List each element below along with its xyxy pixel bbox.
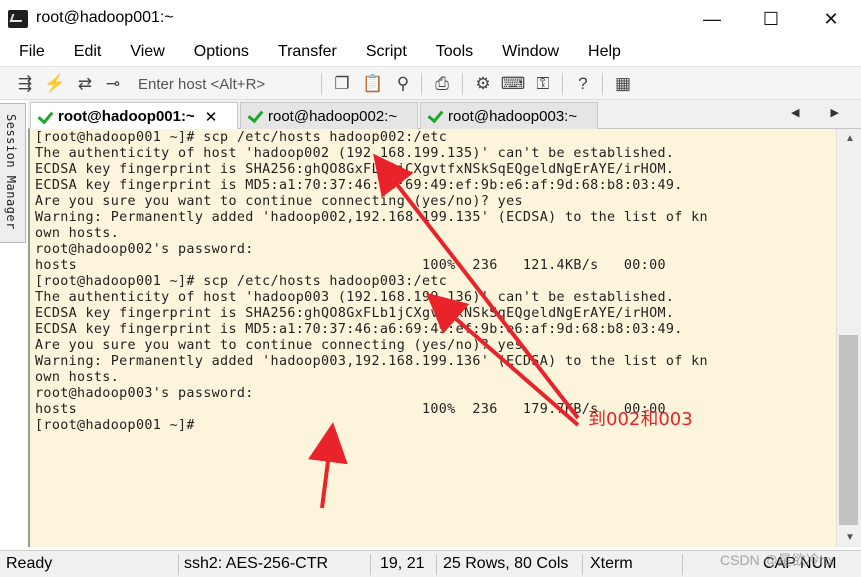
- tab-close-icon[interactable]: ✕: [205, 108, 218, 126]
- terminal-line: ECDSA key fingerprint is SHA256:ghQO8GxF…: [35, 162, 675, 177]
- map-icon[interactable]: ▦: [612, 73, 634, 95]
- status-divider: [582, 554, 583, 575]
- terminal-line: ECDSA key fingerprint is MD5:a1:70:37:46…: [35, 178, 683, 193]
- tab-hadoop001[interactable]: root@hadoop001:~ ✕: [30, 102, 238, 130]
- terminal-line: Warning: Permanently added 'hadoop002,19…: [35, 210, 708, 225]
- terminal-line: [root@hadoop001 ~]# scp /etc/hosts hadoo…: [35, 130, 448, 145]
- connected-check-icon: [427, 108, 443, 124]
- terminal-area[interactable]: [root@hadoop001 ~]# scp /etc/hosts hadoo…: [28, 129, 836, 547]
- terminal-line: The authenticity of host 'hadoop003 (192…: [35, 290, 675, 305]
- print-icon[interactable]: ⎙: [431, 73, 453, 95]
- securecrt-app-icon: [8, 10, 28, 28]
- terminal-line: Warning: Permanently added 'hadoop003,19…: [35, 354, 708, 369]
- session-manager-label: Session Manager: [4, 114, 18, 230]
- menu-edit[interactable]: Edit: [65, 43, 102, 61]
- terminal-output: [root@hadoop001 ~]# scp /etc/hosts hadoo…: [35, 130, 708, 434]
- settings-icon[interactable]: ⚙: [472, 73, 494, 95]
- copy-icon[interactable]: ❐: [331, 73, 353, 95]
- help-icon[interactable]: ?: [572, 73, 594, 95]
- toolbar-divider: [421, 73, 422, 95]
- host-input[interactable]: [132, 73, 312, 95]
- menu-options[interactable]: Options: [185, 43, 249, 61]
- menu-window[interactable]: Window: [493, 43, 559, 61]
- toolbar: ⇶ ⚡ ⇄ ⊸ ❐ 📋 ⚲ ⎙ ⚙ ⌨ ⚿ ? ▦: [0, 66, 861, 100]
- terminal-line: ECDSA key fingerprint is MD5:a1:70:37:46…: [35, 322, 683, 337]
- tab-label: root@hadoop001:~: [58, 108, 195, 125]
- status-divider: [436, 554, 437, 575]
- tab-scroll-arrows[interactable]: ◀ ▶: [791, 106, 853, 119]
- scroll-down-icon[interactable]: ▼: [845, 532, 855, 543]
- terminal-line: Are you sure you want to continue connec…: [35, 194, 523, 209]
- terminal-line: own hosts.: [35, 226, 120, 241]
- tab-hadoop002[interactable]: root@hadoop002:~: [240, 102, 418, 129]
- connect-icon[interactable]: ⇶: [14, 73, 36, 95]
- menu-transfer[interactable]: Transfer: [269, 43, 337, 61]
- close-icon: ✕: [823, 8, 839, 29]
- annotation-label: 到002和003: [588, 409, 693, 430]
- menu-view[interactable]: View: [121, 43, 164, 61]
- watermark: CSDN @星欲冷hx: [720, 552, 835, 568]
- lightning-icon[interactable]: ⚡: [44, 73, 66, 95]
- toolbar-divider: [321, 73, 322, 95]
- tab-label: root@hadoop003:~: [448, 107, 578, 125]
- minimize-icon: —: [703, 8, 721, 29]
- terminal-line: The authenticity of host 'hadoop002 (192…: [35, 146, 675, 161]
- toolbar-divider: [602, 73, 603, 95]
- status-ready: Ready: [6, 555, 53, 572]
- scroll-up-icon[interactable]: ▲: [845, 133, 855, 144]
- menu-bar: File Edit View Options Transfer Script T…: [0, 38, 861, 66]
- reconnect-icon[interactable]: ⇄: [74, 73, 96, 95]
- terminal-line: Are you sure you want to continue connec…: [35, 338, 523, 353]
- status-cursor-position: 19, 21: [380, 555, 425, 572]
- terminal-line: root@hadoop002's password:: [35, 242, 254, 257]
- status-cipher: ssh2: AES-256-CTR: [184, 555, 329, 572]
- toolbar-divider: [562, 73, 563, 95]
- connected-check-icon: [37, 109, 53, 125]
- keymap-icon[interactable]: ⌨: [501, 73, 526, 95]
- terminal-line: ECDSA key fingerprint is SHA256:ghQO8GxF…: [35, 306, 675, 321]
- status-rows-cols: 25 Rows, 80 Cols: [443, 555, 569, 572]
- terminal-line: own hosts.: [35, 370, 120, 385]
- title-bar: root@hadoop001:~ — ☐ ✕: [0, 0, 861, 38]
- menu-file[interactable]: File: [10, 43, 45, 61]
- tab-hadoop003[interactable]: root@hadoop003:~: [420, 102, 598, 129]
- maximize-button[interactable]: ☐: [748, 0, 794, 38]
- terminal-line: root@hadoop003's password:: [35, 386, 254, 401]
- toolbar-divider: [462, 73, 463, 95]
- menu-tools[interactable]: Tools: [427, 43, 473, 61]
- status-divider: [682, 554, 683, 575]
- menu-script[interactable]: Script: [357, 43, 407, 61]
- paste-icon[interactable]: 📋: [362, 73, 384, 95]
- tab-label: root@hadoop002:~: [268, 107, 398, 125]
- terminal-line: hosts 100% 236 121.4KB/s 00:00: [35, 258, 666, 273]
- terminal-scrollbar[interactable]: ▲ ▼: [836, 129, 861, 547]
- close-button[interactable]: ✕: [808, 0, 854, 38]
- scroll-thumb[interactable]: [839, 335, 858, 525]
- window-title: root@hadoop001:~: [36, 9, 174, 26]
- find-icon[interactable]: ⚲: [392, 73, 414, 95]
- sftp-icon[interactable]: ⚿: [532, 73, 554, 95]
- status-divider: [178, 554, 179, 575]
- session-manager-tab[interactable]: Session Manager: [0, 103, 26, 243]
- status-terminal-type: Xterm: [590, 555, 633, 572]
- link-icon[interactable]: ⊸: [102, 73, 124, 95]
- session-tab-strip: root@hadoop001:~ ✕ root@hadoop002:~ root…: [28, 100, 861, 130]
- maximize-icon: ☐: [762, 8, 780, 29]
- minimize-button[interactable]: —: [689, 0, 735, 38]
- menu-help[interactable]: Help: [579, 43, 621, 61]
- connected-check-icon: [247, 108, 263, 124]
- terminal-line: [root@hadoop001 ~]# scp /etc/hosts hadoo…: [35, 274, 448, 289]
- status-divider: [370, 554, 371, 575]
